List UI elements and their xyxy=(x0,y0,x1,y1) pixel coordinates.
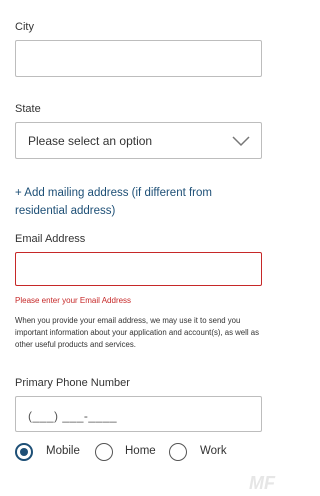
city-input[interactable] xyxy=(15,40,262,77)
phone-label: Primary Phone Number xyxy=(15,377,130,389)
state-selected-value: Please select an option xyxy=(28,134,153,148)
state-select[interactable]: Please select an option xyxy=(15,122,262,159)
radio-home-label: Home xyxy=(125,445,156,457)
state-label: State xyxy=(15,103,41,115)
radio-work[interactable] xyxy=(169,443,187,461)
email-error-message: Please enter your Email Address xyxy=(15,296,132,305)
email-input[interactable] xyxy=(15,252,262,286)
add-mailing-address-link[interactable]: + Add mailing address (if different from… xyxy=(15,184,260,220)
email-help-text: When you provide your email address, we … xyxy=(15,316,259,349)
radio-work-label: Work xyxy=(200,445,227,457)
phone-mask: (___) ___-____ xyxy=(28,409,118,423)
email-label: Email Address xyxy=(15,233,86,245)
radio-mobile-label: Mobile xyxy=(46,445,80,457)
radio-mobile[interactable] xyxy=(15,443,33,461)
phone-input[interactable]: (___) ___-____ xyxy=(15,396,262,432)
city-label: City xyxy=(15,21,34,33)
radio-home[interactable] xyxy=(95,443,113,461)
watermark-logo: MF xyxy=(249,473,275,493)
chevron-down-icon xyxy=(232,136,250,147)
